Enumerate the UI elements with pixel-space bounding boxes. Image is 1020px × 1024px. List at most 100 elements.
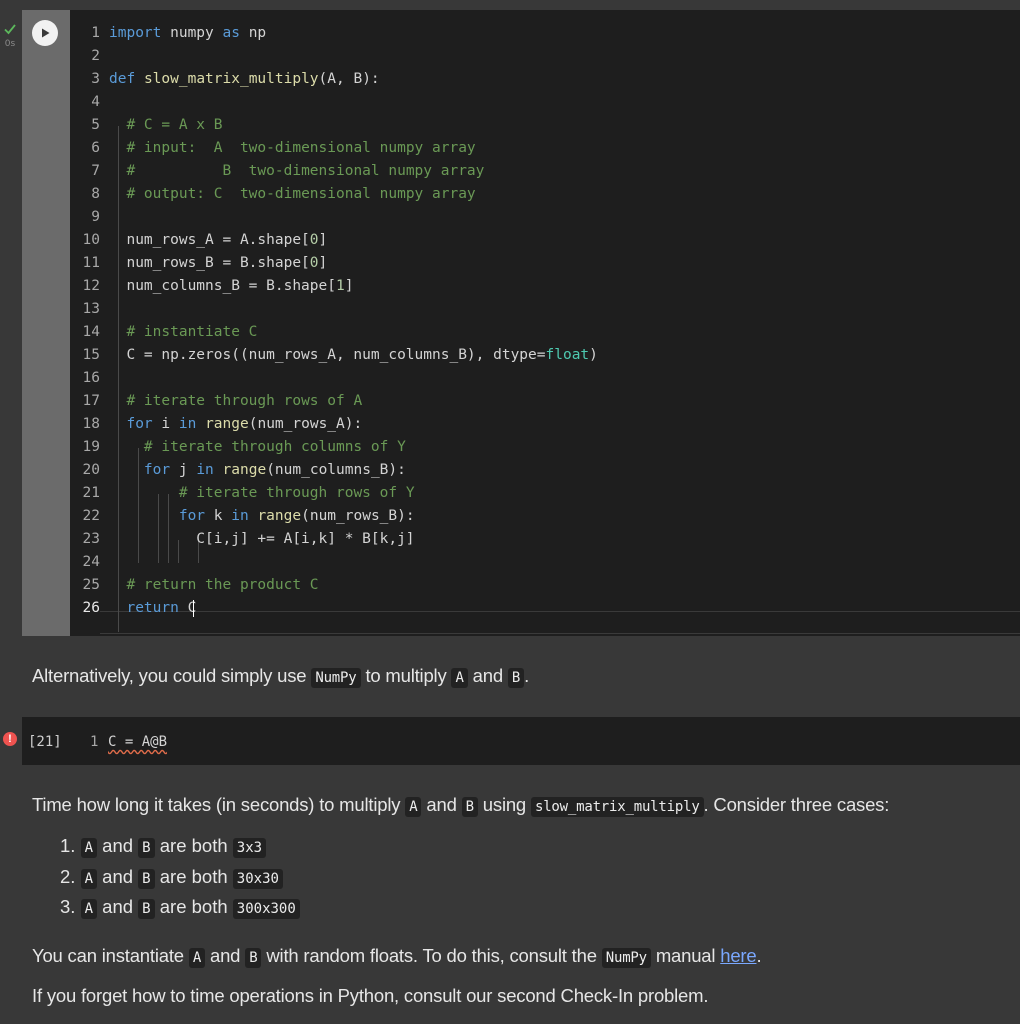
line-number: 18 <box>82 416 100 432</box>
text-span: . <box>524 665 530 686</box>
line-number: 26 <box>82 600 100 616</box>
cell-status: 0s <box>0 22 20 49</box>
text-span: Alternatively, you could simply use <box>32 665 312 686</box>
text-span: using <box>477 794 531 815</box>
code-text[interactable]: # iterate through columns of Y <box>109 436 406 459</box>
list-number: 1. <box>60 835 81 856</box>
markdown-paragraph: If you forget how to time operations in … <box>32 985 709 1006</box>
inline-code: A <box>80 869 98 889</box>
numpy-manual-link[interactable]: here <box>720 945 756 966</box>
line-number: 23 <box>82 531 100 547</box>
markdown-paragraph: Time how long it takes (in seconds) to m… <box>32 794 890 817</box>
active-line-highlight <box>100 611 1020 634</box>
inline-code: B <box>138 838 155 858</box>
text-span: are both <box>154 896 233 917</box>
line-number: 25 <box>82 577 100 593</box>
code-text[interactable]: # return the product C <box>109 574 318 597</box>
code-text[interactable]: # B two-dimensional numpy array <box>109 160 484 183</box>
line-number: 12 <box>82 278 100 294</box>
code-text[interactable]: # C = A x B <box>109 114 222 137</box>
check-icon <box>4 24 16 35</box>
execution-time: 0s <box>4 39 16 49</box>
error-icon[interactable]: ! <box>3 732 17 746</box>
list-number: 3. <box>60 896 81 917</box>
line-number: 11 <box>82 255 100 271</box>
code-text[interactable]: # iterate through rows of A <box>109 390 362 413</box>
inline-code: B <box>461 797 478 817</box>
code-text[interactable]: for i in range(num_rows_A): <box>109 413 362 436</box>
code-text[interactable]: def slow_matrix_multiply(A, B): <box>109 68 380 91</box>
inline-code: 30x30 <box>232 869 283 889</box>
inline-code: A <box>80 838 98 858</box>
line-number: 13 <box>82 301 100 317</box>
text-span: . Consider three cases: <box>703 794 890 815</box>
code-line[interactable]: C = A@B <box>108 734 167 750</box>
code-text[interactable]: C = np.zeros((num_rows_A, num_columns_B)… <box>109 344 597 367</box>
notebook-top-strip <box>0 0 1020 10</box>
text-span: and <box>97 866 139 887</box>
text-span: are both <box>154 866 233 887</box>
text-span: with random floats. To do this, consult … <box>261 945 602 966</box>
text-span: and <box>97 835 139 856</box>
execution-count: [21] <box>28 734 62 750</box>
code-text[interactable]: C[i,j] += A[i,k] * B[k,j] <box>109 528 414 551</box>
list-item: 3. A and B are both 300x300 <box>60 896 300 919</box>
run-cell-button[interactable] <box>32 20 58 46</box>
text-span: and <box>467 665 508 686</box>
code-text[interactable]: return C <box>109 597 196 620</box>
inline-code: NumPy <box>601 948 651 968</box>
line-number: 20 <box>82 462 100 478</box>
code-text[interactable]: # iterate through rows of Y <box>109 482 415 505</box>
line-number: 22 <box>82 508 100 524</box>
inline-code: B <box>138 899 155 919</box>
text-span: Time how long it takes (in seconds) to m… <box>32 794 406 815</box>
play-icon <box>42 28 50 38</box>
code-cell[interactable] <box>22 717 1020 765</box>
text-span: and <box>97 896 139 917</box>
line-number: 16 <box>82 370 100 386</box>
code-text[interactable]: # instantiate C <box>109 321 257 344</box>
code-text[interactable]: num_rows_A = A.shape[0] <box>109 229 327 252</box>
line-number: 19 <box>82 439 100 455</box>
line-number: 21 <box>82 485 100 501</box>
code-text[interactable]: import numpy as np <box>109 22 266 45</box>
line-number: 3 <box>91 71 100 87</box>
line-number: 5 <box>91 117 100 133</box>
inline-code: A <box>80 899 98 919</box>
text-span: and <box>205 945 246 966</box>
code-text[interactable]: for k in range(num_rows_B): <box>109 505 415 528</box>
markdown-text: Alternatively, you could simply use NumP… <box>32 665 530 688</box>
inline-code: A <box>451 668 468 688</box>
text-span: You can instantiate <box>32 945 189 966</box>
line-number: 1 <box>91 25 100 41</box>
inline-code: 300x300 <box>232 899 300 919</box>
line-number: 9 <box>91 209 100 225</box>
inline-code: B <box>245 948 262 968</box>
line-number: 6 <box>91 140 100 156</box>
line-number: 4 <box>91 94 100 110</box>
inline-code: A <box>188 948 206 968</box>
markdown-paragraph: You can instantiate A and B with random … <box>32 945 762 968</box>
line-number: 24 <box>82 554 100 570</box>
code-text[interactable]: # output: C two-dimensional numpy array <box>109 183 475 206</box>
inline-code: NumPy <box>311 668 361 688</box>
code-editor[interactable]: 1 import numpy as np 2 3 def slow_matrix_mul… <box>70 10 1020 636</box>
list-number: 2. <box>60 866 81 887</box>
line-number: 2 <box>91 48 100 64</box>
list-item: 1. A and B are both 3x3 <box>60 835 267 858</box>
inline-code: 3x3 <box>232 838 267 858</box>
inline-code: B <box>507 668 525 688</box>
code-text[interactable]: # input: A two-dimensional numpy array <box>109 137 475 160</box>
text-span: are both <box>154 835 233 856</box>
code-text[interactable]: num_columns_B = B.shape[1] <box>109 275 353 298</box>
text-span: . <box>756 945 762 966</box>
line-number: 14 <box>82 324 100 340</box>
line-number: 1 <box>90 734 99 750</box>
line-number: 17 <box>82 393 100 409</box>
inline-code: A <box>405 797 422 817</box>
text-span: to multiply <box>360 665 452 686</box>
line-number: 7 <box>91 163 100 179</box>
code-text[interactable]: for j in range(num_columns_B): <box>109 459 406 482</box>
text-span: and <box>421 794 462 815</box>
code-text[interactable]: num_rows_B = B.shape[0] <box>109 252 327 275</box>
